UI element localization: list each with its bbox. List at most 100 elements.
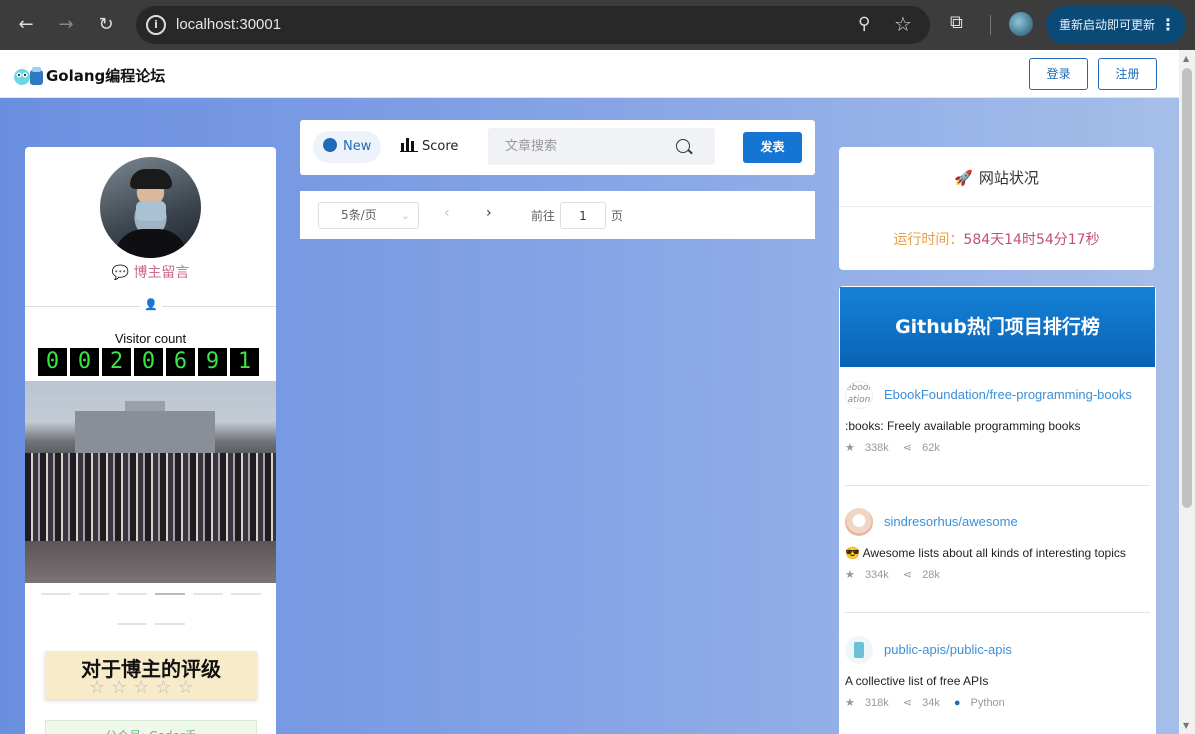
visitor-count-label: Visitor count — [114, 331, 187, 346]
carousel-dot[interactable] — [192, 593, 223, 595]
extensions-icon[interactable]: ⧉ — [950, 12, 972, 34]
user-icon: 👤 — [140, 298, 162, 316]
scroll-up-icon[interactable]: ▲ — [1183, 54, 1189, 63]
chevron-down-icon: ⌄ — [400, 209, 410, 222]
carousel-indicators — [25, 593, 276, 595]
repo-name[interactable]: public-apis/public-apis — [884, 642, 1012, 657]
status-title-row: 🚀 网站状况 — [839, 167, 1154, 188]
star-icon[interactable]: ☆ — [111, 677, 127, 698]
site-title[interactable]: Golang编程论坛 — [46, 65, 165, 86]
star-icon[interactable]: ☆ — [155, 677, 171, 698]
carousel-photo[interactable] — [25, 381, 276, 583]
fork-icon: ⋖ — [902, 442, 913, 454]
repo-stars: 338k — [864, 442, 889, 454]
carousel-dot-active[interactable] — [154, 593, 185, 595]
search-input[interactable] — [488, 128, 678, 165]
page-size-value: 5条/页 — [341, 208, 377, 222]
divider — [845, 485, 1150, 486]
repo-stars: 334k — [864, 569, 889, 581]
rating-box: 对于博主的评级 ☆ ☆ ☆ ☆ ☆ — [45, 651, 257, 699]
browser-toolbar: ← → ↻ i localhost:30001 ⚲ ☆ ⧉ 重新启动即可更新 ⋮ — [0, 0, 1195, 50]
publish-button[interactable]: 发表 — [743, 132, 802, 163]
back-icon[interactable]: ← — [13, 12, 39, 38]
repo-stars: 318k — [864, 697, 889, 709]
fork-icon: ⋖ — [902, 697, 913, 709]
star-icon: ★ — [845, 442, 855, 454]
next-page-icon[interactable]: › — [486, 205, 492, 221]
wechat-notice: 公众号: Coder手 — [45, 720, 257, 734]
url-text[interactable]: localhost:30001 — [176, 16, 281, 33]
search-icon[interactable] — [676, 139, 690, 153]
bar-chart-icon — [400, 138, 418, 152]
blogger-avatar — [100, 157, 201, 258]
repo-forks: 34k — [922, 697, 940, 709]
repo-language: Python — [970, 697, 1005, 709]
fork-icon: ⋖ — [902, 569, 913, 581]
tab-score-label: Score — [422, 139, 459, 154]
carousel-dot[interactable] — [116, 593, 147, 595]
repo-description: :books: Freely available programming boo… — [845, 419, 1081, 433]
counter-digit: 0 — [134, 348, 163, 376]
counter-digit: 1 — [230, 348, 259, 376]
page-size-select[interactable]: 5条/页 ⌄ — [318, 202, 419, 229]
carousel-dot[interactable] — [154, 623, 185, 625]
repo-forks: 28k — [922, 569, 940, 581]
carousel-dot[interactable] — [78, 593, 109, 595]
gopher-logo-icon — [14, 67, 43, 85]
star-icon[interactable]: ☆ — [133, 677, 149, 698]
article-toolbar: New Score 发表 — [300, 120, 815, 175]
address-bar[interactable]: i localhost:30001 ⚲ ☆ — [136, 6, 930, 44]
page-scrollbar[interactable]: ▲ ▼ — [1179, 50, 1195, 734]
toolbar-separator — [990, 15, 991, 35]
goto-label: 前往 — [531, 209, 556, 223]
new-dot-icon — [323, 138, 337, 152]
update-label: 重新启动即可更新 — [1059, 18, 1156, 32]
counter-digit: 0 — [70, 348, 99, 376]
carousel-dot[interactable] — [116, 623, 147, 625]
repo-name[interactable]: EbookFoundation/free-programming-books — [884, 387, 1132, 402]
bookmark-star-icon[interactable]: ☆ — [894, 12, 912, 36]
tab-score[interactable]: Score — [400, 131, 458, 163]
page-viewport: Golang编程论坛 登录 注册 💬 博主留言 👤 Visitor count … — [0, 50, 1195, 734]
divider — [845, 612, 1150, 613]
repo-stats: ★ 334k ⋖ 28k — [845, 568, 954, 581]
tab-new[interactable]: New — [313, 131, 381, 163]
site-status-card: 🚀 网站状况 运行时间：584天14时54分17秒 — [839, 147, 1154, 270]
repo-description: A collective list of free APIs — [845, 674, 989, 688]
menu-dots-icon[interactable]: ⋮ — [1160, 6, 1176, 44]
prev-page-icon[interactable]: ‹ — [444, 205, 450, 221]
carousel-dot[interactable] — [230, 593, 261, 595]
profile-card: 💬 博主留言 👤 Visitor count 0 0 2 0 6 9 1 对于博… — [25, 147, 276, 734]
reload-icon[interactable]: ↻ — [93, 12, 119, 38]
counter-digit: 2 — [102, 348, 131, 376]
github-ranking-card: Github热门项目排行榜 ebook ation EbookFoundatio… — [839, 286, 1156, 734]
goto-page-input[interactable] — [560, 202, 606, 229]
search-box — [488, 128, 715, 165]
update-button[interactable]: 重新启动即可更新 ⋮ — [1046, 6, 1186, 44]
star-icon[interactable]: ☆ — [89, 677, 105, 698]
star-icon: ★ — [845, 697, 855, 709]
site-info-icon[interactable]: i — [146, 15, 166, 35]
uptime-value: 584天14时54分17秒 — [963, 232, 1100, 248]
forward-icon[interactable]: → — [53, 12, 79, 38]
uptime-row: 运行时间：584天14时54分17秒 — [839, 229, 1154, 249]
carousel-dot[interactable] — [40, 593, 71, 595]
scrollbar-thumb[interactable] — [1182, 68, 1192, 508]
rating-stars[interactable]: ☆ ☆ ☆ ☆ ☆ — [89, 677, 194, 698]
register-button[interactable]: 注册 — [1098, 58, 1157, 90]
repo-description: 😎 Awesome lists about all kinds of inter… — [845, 546, 1126, 560]
star-icon[interactable]: ☆ — [178, 677, 194, 698]
profile-avatar[interactable] — [1009, 12, 1033, 36]
repo-name[interactable]: sindresorhus/awesome — [884, 514, 1018, 529]
repo-avatar — [845, 636, 873, 664]
language-icon: ● — [953, 697, 961, 709]
scroll-down-icon[interactable]: ▼ — [1183, 721, 1189, 730]
repo-stats: ★ 318k ⋖ 34k ● Python — [845, 696, 1019, 709]
zoom-icon[interactable]: ⚲ — [858, 14, 870, 34]
star-icon: ★ — [845, 569, 855, 581]
login-button[interactable]: 登录 — [1029, 58, 1088, 90]
counter-digit: 9 — [198, 348, 227, 376]
rocket-icon: 🚀 — [954, 169, 973, 187]
status-title: 网站状况 — [978, 169, 1039, 187]
blogger-message-link[interactable]: 💬 博主留言 — [25, 262, 276, 282]
